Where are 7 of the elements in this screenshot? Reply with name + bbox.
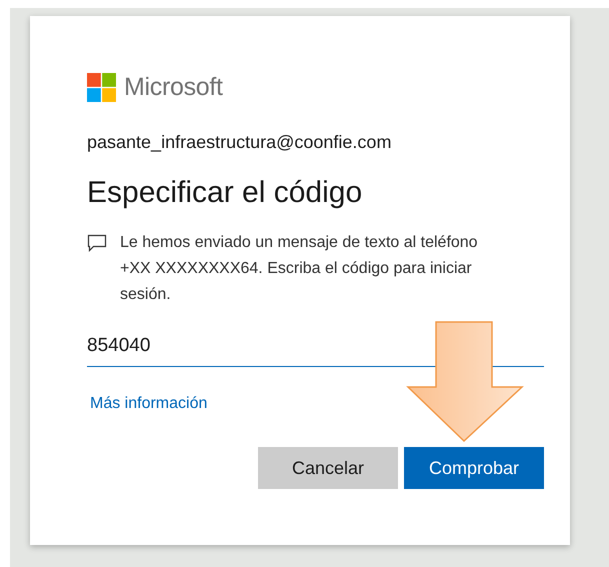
account-email: pasante_infraestructura@coonfie.com <box>87 131 392 153</box>
cancel-button[interactable]: Cancelar <box>258 447 398 489</box>
more-info-link[interactable]: Más información <box>87 394 210 414</box>
verify-button[interactable]: Comprobar <box>404 447 544 489</box>
dialog-title: Especificar el código <box>87 175 364 211</box>
brand-name: Microsoft <box>124 72 223 102</box>
message-text: Le hemos enviado un mensaje de texto al teléfono +XX XXXXXXXX64. Escriba el código para iniciar sesión. <box>120 233 479 305</box>
